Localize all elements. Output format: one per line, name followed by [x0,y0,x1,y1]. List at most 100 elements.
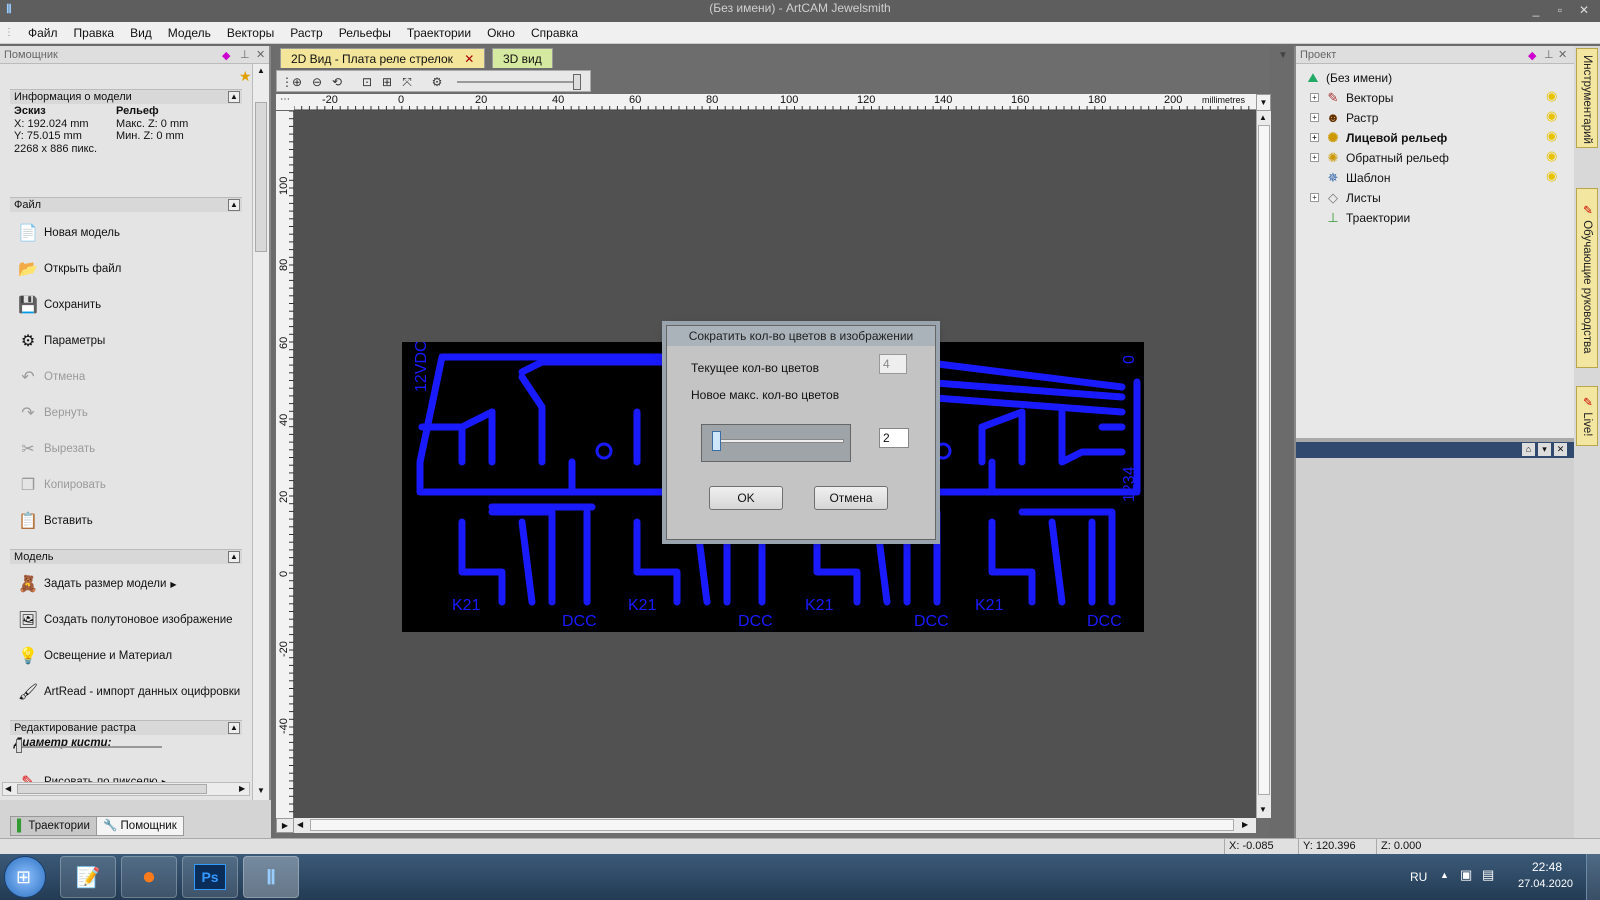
close-button[interactable]: ✕ [1574,2,1594,18]
scroll-up-icon[interactable]: ▲ [1259,113,1267,122]
close-tab-icon[interactable]: ✕ [464,52,474,66]
close-panel-icon[interactable]: ✕ [256,46,265,64]
clock-date[interactable]: 27.04.2020 [1518,878,1573,890]
menu-file[interactable]: Файл [20,22,66,44]
brush-slider-thumb[interactable] [16,739,22,753]
canvas-vscrollbar[interactable]: ▲ ▼ [1256,111,1271,818]
firefox-app[interactable]: ● [121,856,177,898]
zoom-in-icon[interactable]: ⊕ [289,74,305,90]
expand-icon[interactable]: + [1310,93,1319,102]
tray-device-icon[interactable]: ▤ [1482,867,1494,883]
tree-item-front-relief[interactable]: + ✺ Лицевой рельеф [1310,128,1447,148]
menu-edit[interactable]: Правка [66,22,123,44]
bulb-icon[interactable]: ◉ [1546,88,1557,104]
tray-network-icon[interactable]: ▣ [1460,867,1472,883]
canvas-hscrollbar[interactable]: ◀ ▶ [294,818,1256,833]
expand-icon[interactable]: + [1310,153,1319,162]
colors-slider-thumb[interactable] [712,431,721,451]
tree-root[interactable]: ⛰ (Без имени) [1304,68,1393,88]
home-icon[interactable]: ⌂ [1522,443,1535,456]
collapse-icon[interactable]: ▲ [228,722,240,734]
tree-item-sheets[interactable]: + ◇ Листы [1310,188,1381,208]
model-section-header[interactable]: Модель ▲ [10,549,242,564]
left-scrollbar[interactable]: ▲ ▼ [252,64,269,824]
zoom-previous-icon[interactable]: ⟲ [329,74,345,90]
copy-item[interactable]: ❐ Копировать [16,469,246,501]
expand-icon[interactable]: + [1310,193,1319,202]
menu-view[interactable]: Вид [122,22,160,44]
tab-list-icon[interactable]: ▼ [1278,50,1288,61]
zoom-fit-icon[interactable]: ⊡ [359,74,375,90]
close-icon[interactable]: ✕ [1554,443,1567,456]
tab-2d-view[interactable]: 2D Вид - Плата реле стрелок ✕ [280,48,486,68]
left-hscroll-thumb[interactable] [17,784,207,794]
menu-raster[interactable]: Растр [282,22,330,44]
pin-icon[interactable]: ⊥ [1544,46,1554,64]
artcam-app[interactable]: Ⅱ [243,856,299,898]
canvas-vscroll-thumb[interactable] [1258,125,1270,795]
menu-reliefs[interactable]: Рельефы [331,22,399,44]
menu-model[interactable]: Модель [160,22,219,44]
bulb-icon[interactable]: ◉ [1546,168,1557,184]
paste-item[interactable]: 📋 Вставить [16,505,246,537]
dropdown-icon[interactable]: ▾ [1538,443,1551,456]
photoshop-app[interactable]: Ps [182,856,238,898]
show-desktop-button[interactable] [1586,854,1600,900]
zoom-box-icon[interactable]: ⊞ [379,74,395,90]
ruler-corner-icon[interactable]: ⋯ [276,94,294,111]
save-item[interactable]: 💾 Сохранить [16,289,246,321]
left-scroll-thumb[interactable] [255,102,267,252]
tree-item-raster[interactable]: + ☻ Растр [1310,108,1378,128]
collapse-icon[interactable]: ▲ [228,199,240,211]
scroll-left-icon[interactable]: ◀ [297,820,303,829]
tree-item-back-relief[interactable]: + ✺ Обратный рельеф [1310,148,1449,168]
expand-icon[interactable]: + [1310,133,1319,142]
open-file-item[interactable]: 📂 Открыть файл [16,253,246,285]
collapse-icon[interactable]: ▲ [228,91,240,103]
menu-toolpaths[interactable]: Траектории [399,22,479,44]
left-hscrollbar[interactable]: ◀ ▶ [2,782,250,796]
pin-icon[interactable]: ⊥ [240,46,250,64]
toolbox-tab[interactable]: Инструментарий [1576,48,1598,148]
scroll-right-icon[interactable]: ▶ [1242,820,1248,829]
raster-section-header[interactable]: Редактирование растра ▲ [10,720,242,735]
tab-3d-view[interactable]: 3D вид [492,48,553,68]
language-indicator[interactable]: RU [1410,870,1427,884]
file-section-header[interactable]: Файл ▲ [10,197,242,212]
grayscale-item[interactable]: 🖼 Создать полутоновое изображение [16,604,246,636]
scroll-left-icon[interactable]: ◀ [5,784,11,793]
zoom-all-icon[interactable]: ⤧ [399,74,415,90]
expand-icon[interactable]: + [1310,113,1319,122]
lighting-item[interactable]: 💡 Освещение и Материал [16,640,246,672]
scroll-up-icon[interactable]: ▲ [254,66,268,76]
artread-item[interactable]: 🖌 ArtRead - импорт данных оцифровки [16,676,246,708]
pin-color-icon[interactable]: ◆ [222,47,230,65]
menu-window[interactable]: Окно [479,22,523,44]
new-model-item[interactable]: 📄 Новая модель [16,217,246,249]
new-max-colors-input[interactable]: 2 [879,428,909,448]
tree-item-vectors[interactable]: + ✎ Векторы [1310,88,1393,108]
scroll-right-icon[interactable]: ▶ [239,784,245,793]
menu-vectors[interactable]: Векторы [219,22,282,44]
tab-toolpaths[interactable]: ▌ Траектории [10,816,97,836]
maximize-button[interactable]: ▫ [1550,2,1570,18]
tutorials-tab[interactable]: ✎ Обучающие руководства [1576,188,1598,368]
model-info-header[interactable]: Информация о модели ▲ [10,89,242,104]
tray-expand-icon[interactable]: ▲ [1440,870,1449,880]
tree-item-toolpaths[interactable]: ⊥ Траектории [1324,208,1410,228]
notepad-app[interactable]: 📝 [60,856,116,898]
ruler-units-dropdown-icon[interactable]: ▼ [1256,94,1271,111]
artcam-icon[interactable]: Ⅱ [2,2,16,16]
undo-item[interactable]: ↶ Отмена [16,361,246,393]
scroll-down-icon[interactable]: ▼ [1259,805,1267,814]
model-size-item[interactable]: 🧸 Задать размер модели ▶ [16,568,246,600]
pin-color-icon[interactable]: ◆ [1528,47,1536,65]
play-icon[interactable]: ▶ [276,818,294,833]
view-slider-track[interactable] [457,81,577,83]
close-panel-icon[interactable]: ✕ [1558,46,1567,64]
collapse-icon[interactable]: ▲ [228,551,240,563]
ok-button[interactable]: OK [709,486,783,510]
cut-item[interactable]: ✂ Вырезать [16,433,246,465]
bulb-icon[interactable]: ◉ [1546,128,1557,144]
parameters-item[interactable]: ⚙ Параметры [16,325,246,357]
